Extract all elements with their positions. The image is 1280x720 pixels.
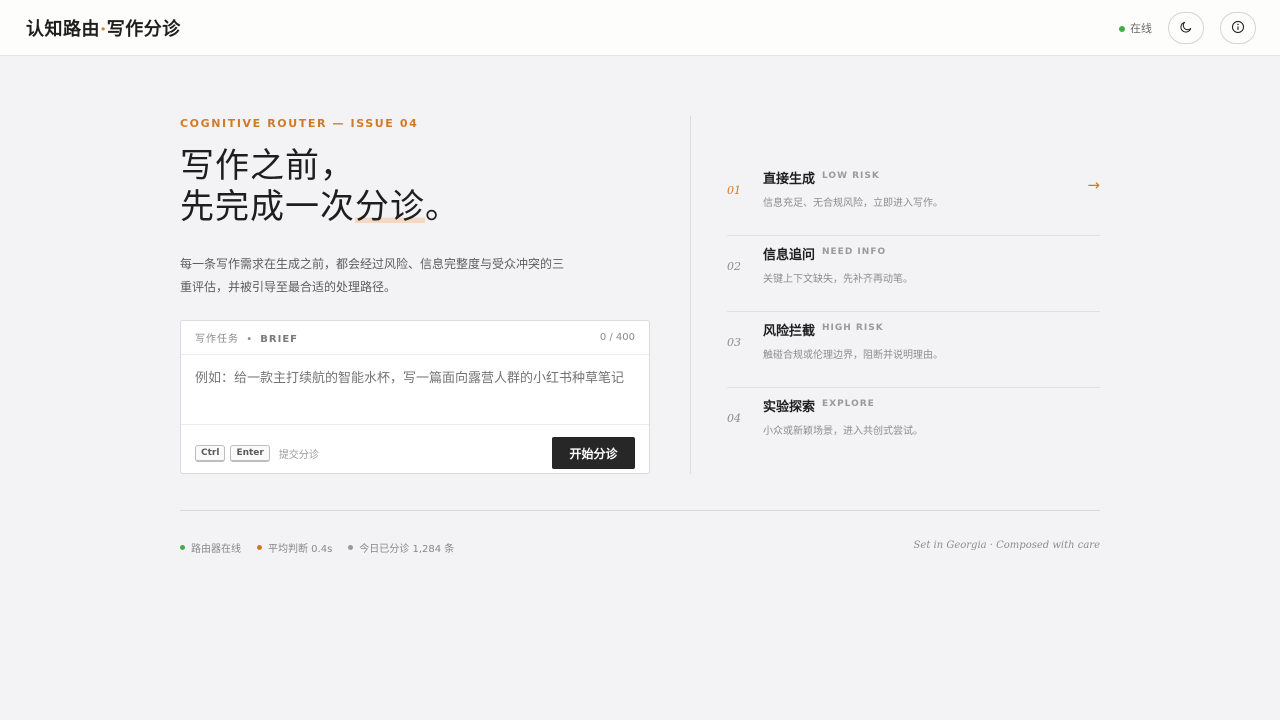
route-tag: NEED INFO xyxy=(822,247,887,257)
stat-avg-time: 平均判断 0.4s xyxy=(257,540,332,555)
route-number: 03 xyxy=(727,336,741,349)
brief-footer: Ctrl Enter 提交分诊 开始分诊 xyxy=(181,429,649,477)
stat-router-online: 路由器在线 xyxy=(180,540,241,555)
route-item-need-info[interactable]: 02 信息追问 NEED INFO 关键上下文缺失，先补齐再动笔。 xyxy=(727,236,1100,312)
submit-hint: 提交分诊 xyxy=(278,449,319,461)
route-name: 实验探索 xyxy=(763,400,816,415)
brief-label-cn: 写作任务 xyxy=(195,334,239,345)
brief-card: 写作任务 • BRIEF 0 / 400 Ctrl Enter 提交分诊 开始分… xyxy=(180,320,650,474)
brief-header: 写作任务 • BRIEF 0 / 400 xyxy=(181,321,649,355)
brand-logo[interactable]: 认知路由·写作分诊 xyxy=(26,15,181,41)
status-dot xyxy=(1119,26,1125,32)
footer-divider xyxy=(180,510,1100,511)
route-desc: 触碰合规或伦理边界，阻断并说明理由。 xyxy=(763,350,943,361)
info-button[interactable] xyxy=(1220,12,1256,44)
issue-eyebrow: COGNITIVE ROUTER — ISSUE 04 xyxy=(180,117,419,130)
stat-label: 平均判断 0.4s xyxy=(268,544,333,555)
route-desc: 小众或新颖场景，进入共创式尝试。 xyxy=(763,426,923,437)
route-item-high-risk[interactable]: 03 风险拦截 HIGH RISK 触碰合规或伦理边界，阻断并说明理由。 xyxy=(727,312,1100,388)
route-number: 02 xyxy=(727,260,741,273)
brand-sub: 写作分诊 xyxy=(106,19,181,40)
brief-label-en: BRIEF xyxy=(260,334,298,345)
arrow-right-icon: → xyxy=(1087,176,1100,194)
column-divider xyxy=(690,116,691,474)
footer-credit: Set in Georgia · Composed with care xyxy=(913,540,1100,551)
footer-stats: 路由器在线 平均判断 0.4s 今日已分诊 1,284 条 xyxy=(180,540,470,555)
moon-icon xyxy=(1179,20,1193,37)
route-name: 直接生成 xyxy=(763,172,816,187)
route-item-explore[interactable]: 04 实验探索 EXPLORE 小众或新颖场景，进入共创式尝试。 xyxy=(727,388,1100,464)
route-name: 风险拦截 xyxy=(763,324,816,339)
stat-today-count: 今日已分诊 1,284 条 xyxy=(348,540,454,555)
brand-main: 认知路由 xyxy=(26,19,100,40)
headline-highlight: 分诊 xyxy=(355,187,425,227)
kbd-enter: Enter xyxy=(230,444,270,462)
route-number: 01 xyxy=(727,184,741,197)
headline-line1: 写作之前， xyxy=(180,146,355,186)
brand-dot: · xyxy=(100,19,107,40)
brief-label-sep: • xyxy=(246,334,254,345)
top-bar: 认知路由·写作分诊 在线 xyxy=(0,0,1280,56)
stat-dot xyxy=(348,545,354,550)
stat-label: 路由器在线 xyxy=(191,544,241,555)
info-icon xyxy=(1231,20,1245,37)
theme-toggle-button[interactable] xyxy=(1168,12,1204,44)
headline-line2-post: 。 xyxy=(425,187,460,227)
status-label: 在线 xyxy=(1130,22,1152,35)
stat-label: 今日已分诊 1,284 条 xyxy=(359,544,455,555)
route-number: 04 xyxy=(727,412,741,425)
headline-line2-pre: 先完成一次 xyxy=(180,187,355,227)
route-desc: 信息充足、无合规风险，立即进入写作。 xyxy=(763,198,943,209)
stat-dot xyxy=(257,545,262,550)
char-counter: 0 / 400 xyxy=(599,332,635,343)
route-desc: 关键上下文缺失，先补齐再动笔。 xyxy=(763,274,913,285)
start-triage-button[interactable]: 开始分诊 xyxy=(552,437,635,469)
route-tag: LOW RISK xyxy=(822,171,880,181)
route-tag: HIGH RISK xyxy=(822,323,884,333)
brief-label: 写作任务 • BRIEF xyxy=(195,330,298,345)
route-item-direct[interactable]: 01 直接生成 LOW RISK 信息充足、无合规风险，立即进入写作。 → xyxy=(727,160,1100,236)
page-title: 写作之前， 先完成一次分诊。 xyxy=(180,146,460,228)
kbd-ctrl: Ctrl xyxy=(195,444,226,462)
route-tag: EXPLORE xyxy=(822,399,875,409)
route-name: 信息追问 xyxy=(763,248,816,263)
online-status: 在线 xyxy=(1119,20,1152,36)
brief-input[interactable] xyxy=(181,355,649,425)
hero-description: 每一条写作需求在生成之前，都会经过风险、信息完整度与受众冲突的三重评估，并被引导… xyxy=(180,257,565,294)
stat-dot xyxy=(180,545,185,550)
